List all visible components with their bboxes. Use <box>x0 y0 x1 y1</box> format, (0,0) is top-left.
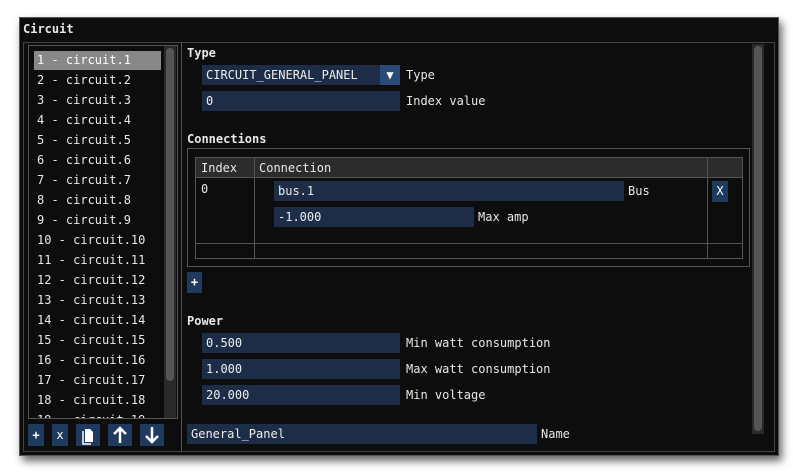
remove-circuit-button[interactable]: x <box>52 424 68 446</box>
list-item[interactable]: 17 - circuit.17 <box>34 371 161 390</box>
list-item[interactable]: 14 - circuit.14 <box>34 311 161 330</box>
circuit-list: 19 - circuit.1918 - circuit.1817 - circu… <box>28 45 178 419</box>
circuit-window: Circuit 19 - circuit.1918 - circuit.1817… <box>19 17 779 456</box>
index-value-label: Index value <box>406 94 486 108</box>
panel-divider <box>181 42 182 452</box>
min-watt-label: Min watt consumption <box>406 336 551 350</box>
arrow-down-icon <box>145 427 159 444</box>
list-item[interactable]: 1 - circuit.1 <box>34 51 161 70</box>
main-scrollbar[interactable] <box>752 44 764 434</box>
chevron-down-icon[interactable]: ▼ <box>380 65 400 85</box>
list-item[interactable]: 5 - circuit.5 <box>34 131 161 150</box>
row-divider <box>196 243 742 244</box>
max-amp-input[interactable]: -1.000 <box>274 207 474 227</box>
type-label: Type <box>406 68 435 82</box>
list-item[interactable]: 15 - circuit.15 <box>34 331 161 350</box>
bus-input[interactable]: bus.1 <box>274 181 624 201</box>
list-item[interactable]: 9 - circuit.9 <box>34 211 161 230</box>
type-dropdown[interactable]: CIRCUIT_GENERAL_PANEL ▼ <box>202 65 400 85</box>
add-circuit-button[interactable]: + <box>28 424 44 446</box>
connections-table: Index Connection 0 bus.1 Bus X -1.000 Ma… <box>195 157 743 259</box>
duplicate-circuit-button[interactable] <box>76 424 100 446</box>
move-up-button[interactable] <box>108 424 132 446</box>
list-item[interactable]: 16 - circuit.16 <box>34 351 161 370</box>
move-down-button[interactable] <box>140 424 164 446</box>
index-value-input[interactable]: 0 <box>202 91 400 111</box>
header-connection: Connection <box>259 161 332 175</box>
list-item[interactable]: 4 - circuit.4 <box>34 111 161 130</box>
max-amp-label: Max amp <box>478 210 529 224</box>
list-item[interactable]: 2 - circuit.2 <box>34 71 161 90</box>
bus-label: Bus <box>628 184 650 198</box>
min-watt-input[interactable]: 0.500 <box>202 333 400 353</box>
list-item[interactable]: 10 - circuit.10 <box>34 231 161 250</box>
min-voltage-label: Min voltage <box>406 388 486 402</box>
max-watt-label: Max watt consumption <box>406 362 551 376</box>
type-dropdown-value: CIRCUIT_GENERAL_PANEL <box>206 68 358 82</box>
remove-connection-button[interactable]: X <box>712 181 728 202</box>
row-index: 0 <box>201 182 209 196</box>
main-scrollbar-thumb[interactable] <box>754 46 762 431</box>
document-copy-icon <box>82 429 93 445</box>
list-item[interactable]: 6 - circuit.6 <box>34 151 161 170</box>
list-item[interactable]: 8 - circuit.8 <box>34 191 161 210</box>
name-input[interactable]: General_Panel <box>187 424 537 444</box>
list-scrollbar[interactable] <box>164 46 176 418</box>
list-item[interactable]: 3 - circuit.3 <box>34 91 161 110</box>
list-item[interactable]: 19 - circuit.19 <box>34 411 161 418</box>
add-connection-button[interactable]: + <box>187 272 202 293</box>
list-item[interactable]: 13 - circuit.13 <box>34 291 161 310</box>
name-label: Name <box>541 427 570 441</box>
window-title: Circuit <box>23 22 74 36</box>
power-section-title: Power <box>187 314 224 328</box>
type-section-title: Type <box>187 46 216 60</box>
list-item[interactable]: 11 - circuit.11 <box>34 251 161 270</box>
list-item[interactable]: 12 - circuit.12 <box>34 271 161 290</box>
connections-section-title: Connections <box>187 132 267 146</box>
list-scrollbar-thumb[interactable] <box>166 48 174 381</box>
min-voltage-input[interactable]: 20.000 <box>202 385 400 405</box>
arrow-up-icon <box>113 426 127 443</box>
max-watt-input[interactable]: 1.000 <box>202 359 400 379</box>
header-index: Index <box>201 161 238 175</box>
list-item[interactable]: 7 - circuit.7 <box>34 171 161 190</box>
list-item[interactable]: 18 - circuit.18 <box>34 391 161 410</box>
